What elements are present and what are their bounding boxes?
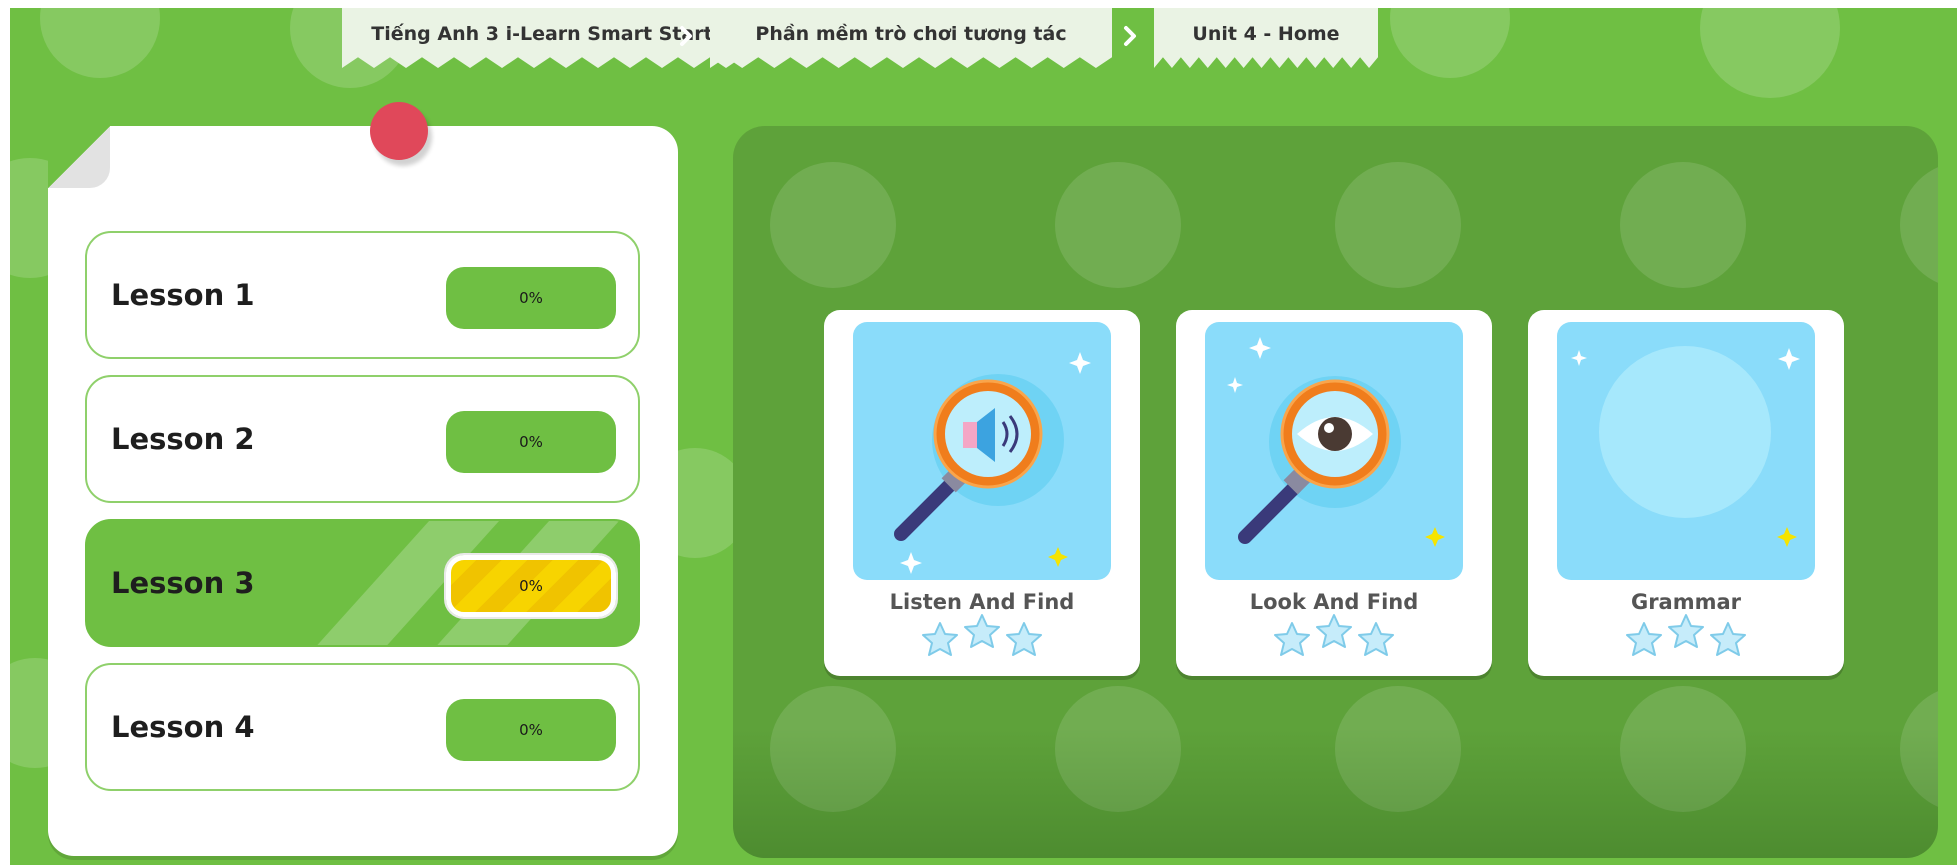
chevron-right-icon bbox=[668, 18, 704, 54]
lesson-item-3[interactable]: Lesson 3 0% bbox=[85, 519, 640, 647]
background-dot bbox=[1055, 162, 1181, 288]
activity-title: Grammar bbox=[1630, 590, 1742, 614]
star-icon bbox=[964, 614, 1000, 648]
star-rating bbox=[1528, 614, 1844, 660]
lesson-label: Lesson 1 bbox=[111, 278, 255, 312]
lesson-item-4[interactable]: Lesson 4 0% bbox=[85, 663, 640, 791]
app-stage: Tiếng Anh 3 i-Learn Smart Start Phần mềm… bbox=[10, 8, 1957, 865]
activity-card-grammar[interactable]: Grammar bbox=[1528, 310, 1844, 676]
pin-icon bbox=[370, 102, 428, 160]
lesson-panel: Lesson 1 0% Lesson 2 0% Lesson 3 0% Less… bbox=[48, 102, 678, 856]
circle-placeholder-icon bbox=[1557, 322, 1815, 580]
breadcrumb-label: Unit 4 - Home bbox=[1192, 23, 1340, 45]
lesson-progress-badge: 0% bbox=[446, 411, 616, 473]
star-rating bbox=[1176, 614, 1492, 660]
chevron-right-icon bbox=[1112, 18, 1148, 54]
star-icon bbox=[1668, 614, 1704, 648]
folded-corner bbox=[48, 126, 110, 188]
lesson-label: Lesson 2 bbox=[111, 422, 255, 456]
background-dot bbox=[1700, 8, 1840, 98]
star-icon bbox=[1006, 622, 1042, 656]
lesson-item-1[interactable]: Lesson 1 0% bbox=[85, 231, 640, 359]
background-dot bbox=[770, 162, 896, 288]
lesson-item-2[interactable]: Lesson 2 0% bbox=[85, 375, 640, 503]
panel-shade bbox=[733, 728, 1938, 858]
lesson-label: Lesson 3 bbox=[111, 566, 255, 600]
breadcrumb-label: Tiếng Anh 3 i-Learn Smart Start bbox=[371, 23, 713, 45]
activity-title: Listen And Find bbox=[889, 590, 1075, 614]
background-dot bbox=[1620, 162, 1746, 288]
star-icon bbox=[922, 622, 958, 656]
star-icon bbox=[1626, 622, 1662, 656]
background-dot bbox=[40, 8, 160, 78]
lesson-progress-badge: 0% bbox=[446, 555, 616, 617]
star-rating bbox=[824, 614, 1140, 660]
magnifier-eye-icon bbox=[1205, 322, 1463, 580]
breadcrumb-item-unit[interactable]: Unit 4 - Home bbox=[1154, 8, 1378, 68]
star-icon bbox=[1710, 622, 1746, 656]
star-icon bbox=[1316, 614, 1352, 648]
background-dot bbox=[1900, 162, 1938, 288]
star-icon bbox=[1274, 622, 1310, 656]
star-icon bbox=[1358, 622, 1394, 656]
activity-card-look-and-find[interactable]: Look And Find bbox=[1176, 310, 1492, 676]
background-dot bbox=[1335, 162, 1461, 288]
lesson-progress-badge: 0% bbox=[446, 267, 616, 329]
breadcrumb-item-software[interactable]: Phần mềm trò chơi tương tác bbox=[710, 8, 1112, 68]
activity-card-listen-and-find[interactable]: Listen And Find bbox=[824, 310, 1140, 676]
activity-title: Look And Find bbox=[1249, 590, 1419, 614]
lesson-label: Lesson 4 bbox=[111, 710, 255, 744]
magnifier-speaker-icon bbox=[853, 322, 1111, 580]
lesson-progress-badge: 0% bbox=[446, 699, 616, 761]
background-dot bbox=[1390, 8, 1510, 78]
breadcrumb-label: Phần mềm trò chơi tương tác bbox=[755, 23, 1067, 45]
